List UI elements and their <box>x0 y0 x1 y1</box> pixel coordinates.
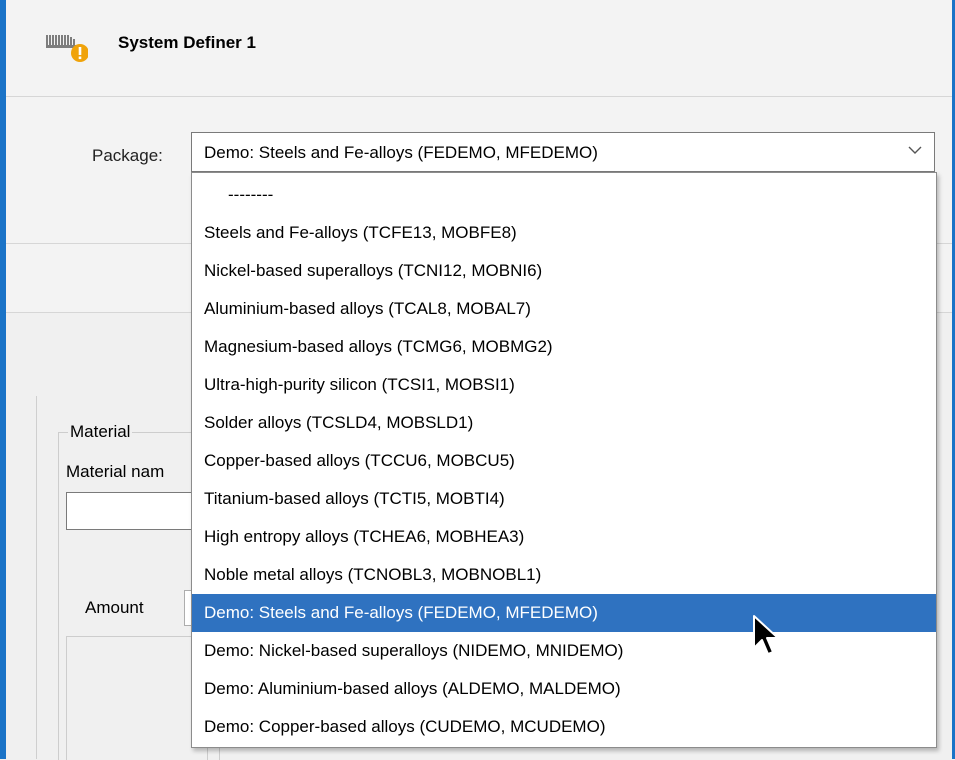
system-definer-warning-icon <box>46 35 88 62</box>
composition-panel <box>66 636 208 760</box>
window-title: System Definer 1 <box>118 33 256 52</box>
dropdown-option[interactable]: Nickel-based superalloys (TCNI12, MOBNI6… <box>192 252 936 290</box>
dropdown-option[interactable]: Copper-based alloys (TCCU6, MOBCU5) <box>192 442 936 480</box>
dropdown-option[interactable]: Noble metal alloys (TCNOBL3, MOBNOBL1) <box>192 556 936 594</box>
package-select[interactable]: Demo: Steels and Fe-alloys (FEDEMO, MFED… <box>191 132 935 172</box>
dropdown-option[interactable]: Aluminium-based alloys (TCAL8, MOBAL7) <box>192 290 936 328</box>
dropdown-option[interactable]: Demo: Aluminium-based alloys (ALDEMO, MA… <box>192 670 936 708</box>
dropdown-option-selected[interactable]: Demo: Steels and Fe-alloys (FEDEMO, MFED… <box>192 594 936 632</box>
dropdown-option[interactable]: High entropy alloys (TCHEA6, MOBHEA3) <box>192 518 936 556</box>
mouse-pointer-icon <box>753 615 779 655</box>
package-select-value: Demo: Steels and Fe-alloys (FEDEMO, MFED… <box>204 143 598 162</box>
dropdown-option[interactable]: Magnesium-based alloys (TCMG6, MOBMG2) <box>192 328 936 366</box>
material-group-label: Material <box>68 422 133 442</box>
material-name-input[interactable] <box>66 492 206 530</box>
dropdown-option[interactable]: Solder alloys (TCSLD4, MOBSLD1) <box>192 404 936 442</box>
amount-label: Amount <box>85 598 144 617</box>
left-panel-strip <box>6 396 37 759</box>
dropdown-option[interactable]: Demo: Copper-based alloys (CUDEMO, MCUDE… <box>192 708 936 746</box>
dropdown-option[interactable]: -------- <box>192 176 936 214</box>
chevron-down-icon <box>908 146 922 154</box>
dropdown-option[interactable]: Demo: Nickel-based superalloys (NIDEMO, … <box>192 632 936 670</box>
dropdown-option[interactable]: Ultra-high-purity silicon (TCSI1, MOBSI1… <box>192 366 936 404</box>
package-label: Package: <box>92 146 163 165</box>
material-name-label: Material nam <box>66 462 165 481</box>
dropdown-option[interactable]: Titanium-based alloys (TCTI5, MOBTI4) <box>192 480 936 518</box>
dropdown-option[interactable]: Steels and Fe-alloys (TCFE13, MOBFE8) <box>192 214 936 252</box>
package-dropdown-list[interactable]: -------- Steels and Fe-alloys (TCFE13, MO… <box>191 172 937 748</box>
